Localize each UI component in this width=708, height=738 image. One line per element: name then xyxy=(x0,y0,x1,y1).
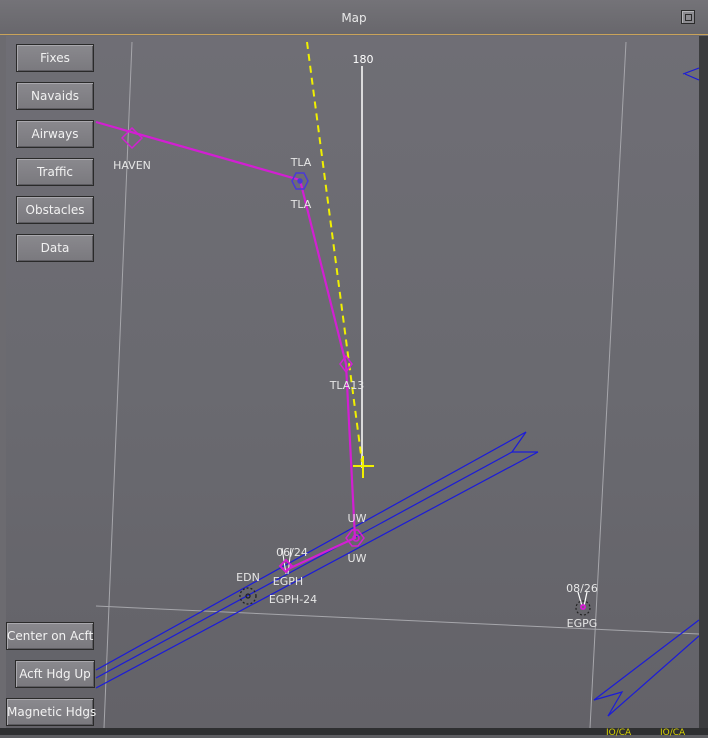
fix-label-tla-top: TLA xyxy=(290,156,312,169)
fix-label-tla-bottom: TLA xyxy=(290,198,312,211)
ils-label-egph-24: EGPH-24 xyxy=(269,593,317,606)
tla-vor-icon xyxy=(291,172,309,190)
aircraft-icon xyxy=(353,456,374,478)
obstacles-button[interactable]: Obstacles xyxy=(16,196,94,224)
background-panel xyxy=(699,36,708,735)
runway-label-egpg: 08/26 xyxy=(566,582,598,595)
map-canvas[interactable]: 180 HAVEN TLA TLA TLA13 UW UW 06/24 EGPH… xyxy=(6,36,699,728)
title-bar[interactable]: Map xyxy=(0,0,708,35)
window-title: Map xyxy=(341,11,367,25)
fix-label-uw-bottom: UW xyxy=(348,552,367,565)
map-window: Map 180 HAVEN TLA TLA TLA13 UW UW 06/24 … xyxy=(0,0,708,738)
background-strip xyxy=(0,728,708,735)
airport-label-egpg: EGPG xyxy=(567,617,598,630)
magnetic-hdgs-button[interactable]: Magnetic Hdgs xyxy=(6,698,96,726)
status-text-right: IO/CA xyxy=(660,728,686,738)
map-drawing: 180 HAVEN TLA TLA TLA13 UW UW 06/24 EGPH… xyxy=(95,41,699,728)
acft-hdg-up-button[interactable]: Acft Hdg Up xyxy=(15,660,95,688)
track-line xyxy=(306,41,363,463)
status-text-left: IO/CA xyxy=(606,728,632,738)
runway-label-egph: 06/24 xyxy=(276,546,308,559)
heading-label: 180 xyxy=(353,53,374,66)
window-close-button[interactable] xyxy=(681,10,695,24)
traffic-button[interactable]: Traffic xyxy=(16,158,94,186)
fixes-button[interactable]: Fixes xyxy=(16,44,94,72)
fix-label-edn: EDN xyxy=(236,571,260,584)
egpg-airport-icon xyxy=(575,591,591,616)
center-on-acft-button[interactable]: Center on Acft xyxy=(6,622,94,650)
flight-plan-route xyxy=(95,120,357,571)
fix-label-uw-top: UW xyxy=(348,512,367,525)
grid-line xyxy=(103,41,133,728)
data-button[interactable]: Data xyxy=(16,234,94,262)
fix-label-tla13: TLA13 xyxy=(329,379,365,392)
airway-lines xyxy=(95,67,699,717)
airways-button[interactable]: Airways xyxy=(16,120,94,148)
airport-label-egph: EGPH xyxy=(273,575,303,588)
fix-label-haven: HAVEN xyxy=(113,159,151,172)
navaids-button[interactable]: Navaids xyxy=(16,82,94,110)
